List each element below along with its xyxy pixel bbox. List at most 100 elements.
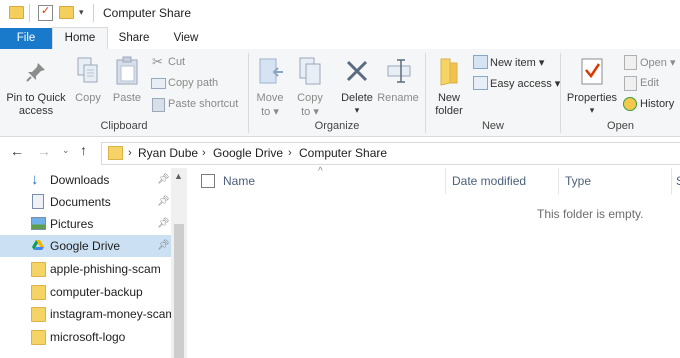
pin-icon[interactable]: 📌︎ [157, 240, 170, 251]
folder-icon [9, 6, 24, 19]
new-folder-button[interactable]: New folder [430, 53, 468, 117]
new-item-button[interactable]: New item ▾ [471, 54, 557, 72]
properties-quick-icon[interactable]: ✓ [38, 5, 53, 21]
breadcrumb-ryan-dube[interactable]: Ryan Dube [138, 143, 198, 163]
easy-access-button[interactable]: Easy access ▾ [471, 75, 561, 93]
address-bar[interactable]: › Ryan Dube › Google Drive › Computer Sh… [101, 142, 680, 165]
nav-item-pictures[interactable]: Pictures 📌︎ [0, 213, 171, 235]
nav-item-label: computer-backup [50, 285, 143, 299]
rename-label: Rename [377, 92, 419, 104]
google-drive-icon [32, 240, 44, 250]
folder-icon [31, 330, 46, 345]
tab-file[interactable]: File [0, 28, 52, 49]
copy-path-button[interactable]: Copy path [150, 75, 240, 92]
column-header-size[interactable]: S [676, 174, 680, 188]
copy-path-icon [151, 78, 166, 89]
paste-shortcut-button[interactable]: Paste shortcut [150, 96, 242, 113]
breadcrumb-computer-share[interactable]: Computer Share [299, 143, 387, 163]
column-divider[interactable] [445, 168, 446, 194]
download-icon: ↓ [31, 171, 39, 188]
column-header-name[interactable]: Name [223, 174, 255, 188]
move-to-button[interactable]: Move to ▾ [253, 53, 287, 118]
new-folder-icon [440, 58, 458, 86]
nav-item-google-drive[interactable]: Google Drive 📌︎ [0, 235, 171, 257]
chevron-right-icon[interactable]: › [202, 143, 206, 163]
pin-icon[interactable]: 📌︎ [157, 196, 170, 207]
history-label: History [640, 98, 675, 110]
organize-group-label: Organize [314, 120, 360, 132]
edit-button[interactable]: Edit [622, 75, 680, 93]
new-folder-label-2: folder [435, 105, 463, 117]
pin-icon[interactable]: 📌︎ [157, 174, 170, 185]
scrollbar-thumb[interactable] [174, 224, 184, 358]
nav-item-label: Documents [50, 195, 111, 209]
copy-path-label: Copy path [168, 77, 219, 89]
history-icon [623, 97, 637, 111]
pin-icon[interactable]: 📌︎ [157, 218, 170, 229]
rename-button[interactable]: Rename [377, 53, 419, 104]
paste-button[interactable]: Paste [110, 53, 144, 104]
delete-button[interactable]: Delete ▾ [338, 53, 376, 115]
chevron-right-icon[interactable]: › [128, 143, 132, 163]
nav-item-label: Pictures [50, 217, 94, 231]
move-to-icon [259, 58, 283, 84]
pin-to-quick-access-button[interactable]: Pin to Quick access [4, 53, 68, 117]
column-divider[interactable] [558, 168, 559, 194]
easy-access-label: Easy access ▾ [490, 78, 561, 90]
paste-shortcut-label: Paste shortcut [168, 98, 239, 110]
nav-item-label: microsoft-logo [50, 330, 126, 344]
select-all-checkbox[interactable] [201, 174, 215, 188]
folder-icon [31, 262, 46, 277]
new-folder-label: New [437, 92, 460, 104]
ribbon-tabs: File Home Share View [0, 27, 680, 50]
sort-ascending-icon: ^ [318, 166, 323, 177]
copy-to-label: Copy [297, 92, 323, 104]
nav-item-label: Downloads [50, 173, 110, 187]
move-to-label: Move [256, 92, 284, 104]
cut-button[interactable]: ✂ Cut [150, 54, 240, 71]
delete-dropdown-icon[interactable]: ▾ [338, 105, 376, 116]
divider [93, 4, 94, 22]
back-arrow-icon[interactable]: ← [10, 143, 24, 159]
scroll-up-arrow-icon[interactable]: ▲ [174, 171, 183, 181]
breadcrumb-google-drive[interactable]: Google Drive [213, 143, 283, 163]
column-divider[interactable] [671, 168, 672, 194]
properties-icon [581, 58, 603, 85]
nav-item-folder[interactable]: apple-phishing-scam [0, 258, 171, 280]
nav-item-folder[interactable]: computer-backup [0, 281, 171, 303]
recent-locations-chevron-icon[interactable]: ⌄ [62, 145, 70, 156]
column-header-type[interactable]: Type [565, 174, 591, 188]
nav-item-folder[interactable]: instagram-money-scam [0, 303, 175, 325]
ribbon: Pin to Quick access Copy Paste ✂ Cut Cop… [0, 49, 680, 137]
open-button[interactable]: Open ▾ [622, 54, 680, 72]
copy-to-button[interactable]: Copy to ▾ [293, 53, 327, 118]
cut-label: Cut [168, 56, 186, 68]
customize-quick-access-icon[interactable]: ▾ [79, 7, 84, 18]
tab-share[interactable]: Share [110, 28, 158, 49]
column-header-date-modified[interactable]: Date modified [452, 174, 526, 188]
open-icon [624, 55, 637, 70]
empty-folder-message: This folder is empty. [537, 207, 644, 221]
copy-button[interactable]: Copy [71, 53, 105, 104]
nav-item-documents[interactable]: Documents 📌︎ [0, 191, 171, 213]
history-button[interactable]: History [622, 96, 680, 114]
edit-icon [624, 76, 637, 91]
navigation-pane: ↓ Downloads 📌︎ Documents 📌︎ Pictures 📌︎ … [0, 168, 187, 358]
tab-home[interactable]: Home [52, 27, 108, 50]
new-folder-quick-icon[interactable] [59, 6, 74, 19]
open-group-label: Open [607, 120, 634, 132]
up-arrow-icon[interactable]: ↑ [80, 142, 87, 158]
documents-icon [32, 194, 44, 209]
nav-item-downloads[interactable]: ↓ Downloads 📌︎ [0, 169, 171, 191]
pin-label-2: access [18, 105, 54, 117]
properties-dropdown-icon[interactable]: ▾ [565, 105, 619, 116]
properties-button[interactable]: Properties ▾ [565, 53, 619, 115]
nav-item-folder[interactable]: microsoft-logo [0, 326, 171, 348]
forward-arrow-icon[interactable]: → [37, 143, 51, 159]
folder-icon [108, 146, 123, 160]
tab-view[interactable]: View [162, 28, 210, 49]
paste-icon [116, 56, 138, 85]
properties-label: Properties [566, 92, 618, 104]
chevron-right-icon[interactable]: › [288, 143, 292, 163]
copy-to-icon [299, 57, 321, 85]
